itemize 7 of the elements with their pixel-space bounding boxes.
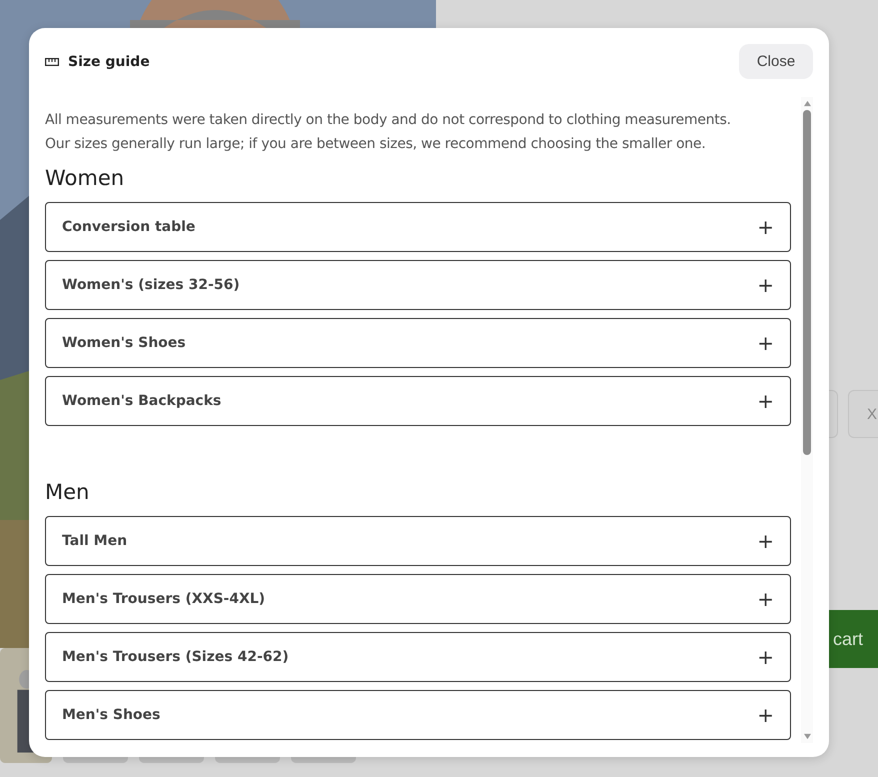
scrollbar[interactable] [801, 97, 813, 743]
close-button[interactable]: Close [739, 44, 813, 79]
accordion-item[interactable]: Men's Trousers (Sizes 42-62) + [45, 632, 791, 682]
scroll-down-icon[interactable] [802, 733, 812, 740]
accordion-item[interactable]: Men's Shoes + [45, 690, 791, 740]
scroll-up-icon[interactable] [802, 100, 812, 107]
add-to-cart-button[interactable]: cart [829, 610, 878, 668]
